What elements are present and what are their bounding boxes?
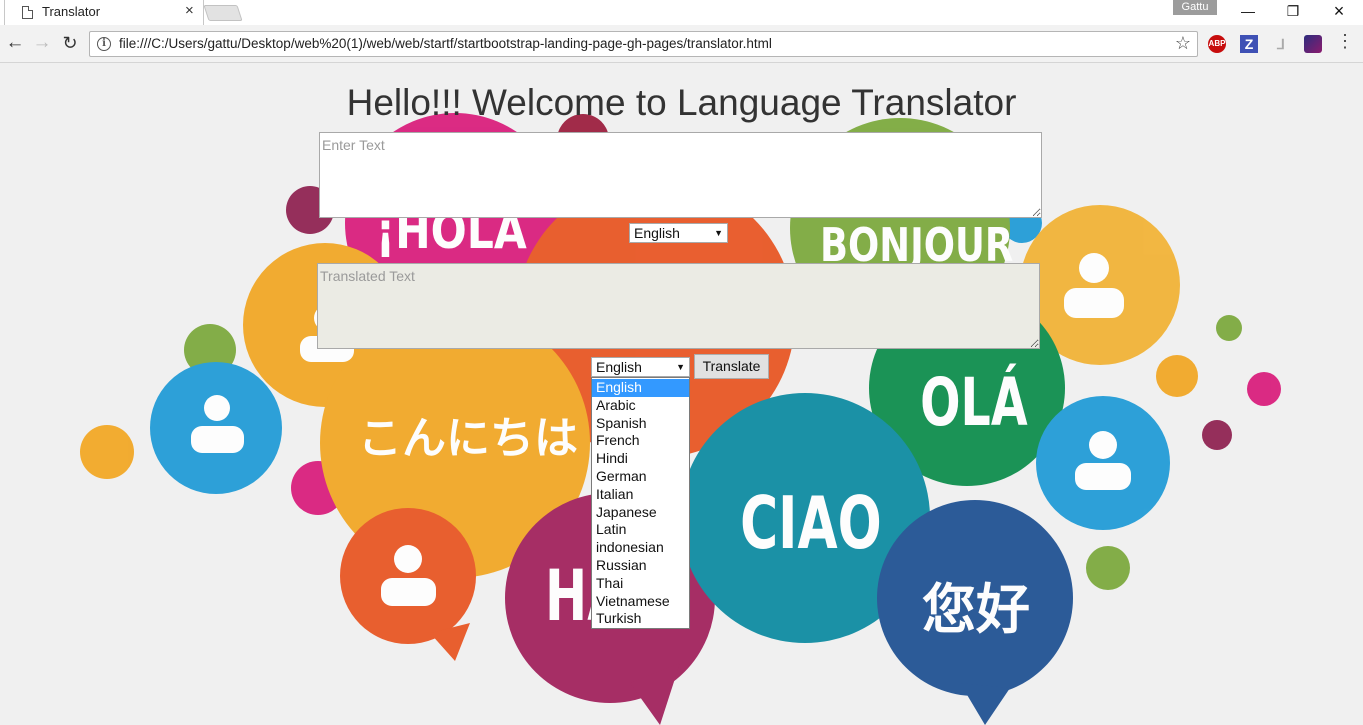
tab-bar: Translator × Gattu — ❐ × — [0, 0, 1363, 25]
abp-icon[interactable]: ABP — [1208, 35, 1226, 53]
language-option[interactable]: German — [592, 468, 689, 486]
page-viewport: ¡HOLA BONJOUR OLÁ こんにちは CIAO HA 您好 Hello… — [0, 63, 1363, 725]
extension-icon[interactable] — [1304, 35, 1322, 53]
language-option[interactable]: Russian — [592, 557, 689, 575]
dropdown-arrow-icon: ▼ — [714, 228, 723, 238]
svg-text:OLÁ: OLÁ — [920, 363, 1028, 441]
tab-title: Translator — [42, 4, 101, 19]
svg-text:您好: 您好 — [922, 578, 1030, 641]
language-option[interactable]: Vietnamese — [592, 593, 689, 611]
minimize-button[interactable]: — — [1225, 0, 1271, 25]
language-option[interactable]: Hindi — [592, 450, 689, 468]
language-option[interactable]: Turkish — [592, 610, 689, 628]
browser-toolbar: ← → ↻ i file:///C:/Users/gattu/Desktop/w… — [0, 25, 1363, 63]
profile-badge[interactable]: Gattu — [1173, 0, 1217, 15]
language-option[interactable]: Spanish — [592, 415, 689, 433]
close-window-button[interactable]: × — [1316, 0, 1362, 25]
browser-tab[interactable]: Translator × — [4, 0, 204, 25]
reload-button[interactable]: ↻ — [58, 31, 82, 55]
target-language-options: English Arabic Spanish French Hindi Germ… — [591, 377, 690, 629]
zotero-icon[interactable]: Z — [1240, 35, 1258, 53]
target-language-value: English — [596, 359, 642, 375]
translate-button[interactable]: Translate — [694, 354, 769, 379]
restore-button[interactable]: ❐ — [1270, 0, 1316, 25]
target-language-select[interactable]: English ▼ — [591, 357, 690, 377]
svg-text:こんにちは: こんにちは — [358, 413, 578, 464]
language-option[interactable]: Arabic — [592, 397, 689, 415]
url-text[interactable]: file:///C:/Users/gattu/Desktop/web%20(1)… — [119, 36, 772, 51]
bookmark-star-icon[interactable]: ☆ — [1175, 33, 1191, 54]
info-icon[interactable]: i — [97, 37, 111, 51]
back-button[interactable]: ← — [3, 31, 27, 55]
dropdown-arrow-icon: ▼ — [676, 362, 685, 372]
language-option[interactable]: Latin — [592, 521, 689, 539]
language-option[interactable]: French — [592, 432, 689, 450]
forward-button[interactable]: → — [30, 31, 54, 55]
pdf-icon[interactable]: ⅃ — [1272, 35, 1290, 53]
new-tab-button[interactable] — [203, 5, 243, 21]
language-option[interactable]: Italian — [592, 486, 689, 504]
language-option[interactable]: English — [592, 379, 689, 397]
browser-menu-icon[interactable]: ⋮ — [1336, 31, 1354, 52]
svg-text:CIAO: CIAO — [740, 481, 881, 565]
language-option[interactable]: Japanese — [592, 504, 689, 522]
tab-close-icon[interactable]: × — [185, 2, 194, 19]
language-option[interactable]: indonesian — [592, 539, 689, 557]
source-language-select[interactable]: English ▼ — [629, 223, 728, 243]
language-option[interactable]: Thai — [592, 575, 689, 593]
page-title: Hello!!! Welcome to Language Translator — [346, 82, 1017, 123]
source-text-input[interactable] — [319, 132, 1042, 218]
page-icon — [22, 6, 33, 19]
translated-text-output[interactable] — [317, 263, 1040, 349]
source-language-value: English — [634, 225, 680, 241]
address-bar[interactable]: i file:///C:/Users/gattu/Desktop/web%20(… — [89, 31, 1198, 57]
